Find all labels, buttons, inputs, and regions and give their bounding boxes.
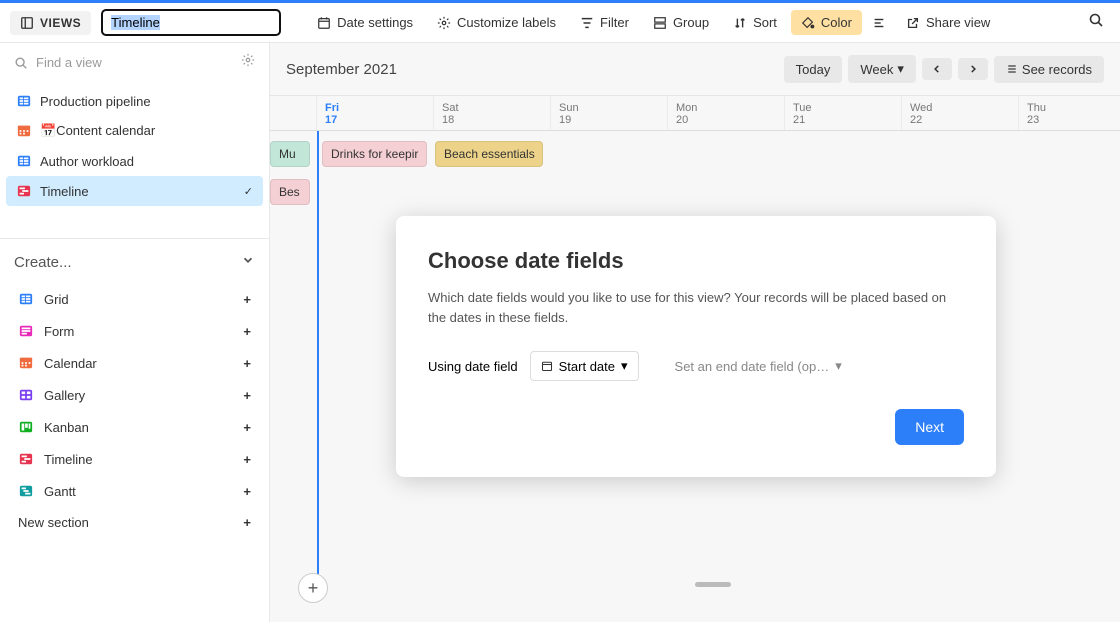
row-height-icon xyxy=(872,16,886,30)
sidebar-search xyxy=(0,43,269,82)
create-label: Gantt xyxy=(44,484,76,499)
modal-body: Which date fields would you like to use … xyxy=(428,288,964,327)
sidebar-item-production-pipeline[interactable]: Production pipeline xyxy=(6,86,263,116)
share-view-button[interactable]: Share view xyxy=(896,10,1000,35)
plus-icon: + xyxy=(243,515,251,530)
day-column: Thu23 xyxy=(1019,96,1120,130)
search-icon xyxy=(14,56,28,70)
search-button[interactable] xyxy=(1082,6,1110,39)
calendar-icon xyxy=(317,16,331,30)
paint-icon xyxy=(801,16,815,30)
create-label: Timeline xyxy=(44,452,93,467)
create-timeline[interactable]: Timeline + xyxy=(14,443,255,475)
sidebar-icon xyxy=(20,16,34,30)
using-date-label: Using date field xyxy=(428,359,518,374)
view-label: Production pipeline xyxy=(40,94,151,109)
range-select[interactable]: Week ▾ xyxy=(848,55,916,83)
plus-icon: + xyxy=(243,420,251,435)
create-label: Calendar xyxy=(44,356,97,371)
timeline-record[interactable]: Mu xyxy=(270,141,310,167)
day-column: Wed22 xyxy=(902,96,1019,130)
views-label: VIEWS xyxy=(40,16,81,30)
date-fields-modal: Choose date fields Which date fields wou… xyxy=(396,216,996,477)
plus-icon: + xyxy=(243,388,251,403)
create-label: Kanban xyxy=(44,420,89,435)
chevron-left-icon xyxy=(932,64,942,74)
today-indicator xyxy=(317,131,319,591)
sidebar-item-content-calendar[interactable]: 📅Content calendar xyxy=(6,116,263,146)
calendar-icon xyxy=(541,360,553,372)
sidebar-item-timeline[interactable]: Timeline ✓ xyxy=(6,176,263,206)
day-column: Tue21 xyxy=(785,96,902,130)
views-toggle[interactable]: VIEWS xyxy=(10,11,91,35)
views-settings-icon[interactable] xyxy=(241,53,255,72)
row-height-button[interactable] xyxy=(866,11,892,35)
timeline-record[interactable]: Drinks for keepir xyxy=(322,141,427,167)
view-label: 📅Content calendar xyxy=(40,123,155,139)
toolbar: VIEWS Date settings Customize labels Fil… xyxy=(0,3,1120,43)
sort-icon xyxy=(733,16,747,30)
create-form[interactable]: Form + xyxy=(14,315,255,347)
day-column: Sun19 xyxy=(551,96,668,130)
plus-icon: + xyxy=(243,324,251,339)
create-section-toggle[interactable]: Create... xyxy=(14,253,255,271)
plus-icon: + xyxy=(243,292,251,307)
modal-title: Choose date fields xyxy=(428,248,964,274)
scroll-handle[interactable] xyxy=(695,582,731,587)
search-icon xyxy=(1088,12,1104,28)
create-gallery[interactable]: Gallery + xyxy=(14,379,255,411)
create-gantt[interactable]: Gantt + xyxy=(14,475,255,507)
plus-icon: + xyxy=(243,356,251,371)
view-name-input[interactable] xyxy=(101,9,281,36)
create-label: Grid xyxy=(44,292,69,307)
day-column: Fri17 xyxy=(317,96,434,130)
find-view-input[interactable] xyxy=(36,55,233,70)
chevron-down-icon xyxy=(241,253,255,271)
new-section-button[interactable]: New section + xyxy=(14,507,255,538)
plus-icon: + xyxy=(243,484,251,499)
sidebar-item-author-workload[interactable]: Author workload xyxy=(6,146,263,176)
end-date-select[interactable]: Set an end date field (op… ▾ xyxy=(675,358,842,374)
day-column: Mon20 xyxy=(668,96,785,130)
check-icon: ✓ xyxy=(244,185,253,198)
group-icon xyxy=(653,16,667,30)
chevron-down-icon: ▾ xyxy=(621,358,628,374)
customize-labels-button[interactable]: Customize labels xyxy=(427,10,566,35)
chevron-down-icon: ▾ xyxy=(897,61,904,77)
create-label: Form xyxy=(44,324,74,339)
color-button[interactable]: Color xyxy=(791,10,862,35)
share-icon xyxy=(906,16,920,30)
timeline-record[interactable]: Beach essentials xyxy=(435,141,543,167)
see-records-button[interactable]: See records xyxy=(994,56,1104,83)
start-date-select[interactable]: Start date ▾ xyxy=(530,351,639,381)
timeline-record[interactable]: Bes xyxy=(270,179,310,205)
create-grid[interactable]: Grid + xyxy=(14,283,255,315)
plus-icon: + xyxy=(243,452,251,467)
next-button[interactable] xyxy=(958,58,988,80)
create-label: Gallery xyxy=(44,388,85,403)
filter-icon xyxy=(580,16,594,30)
prev-button[interactable] xyxy=(922,58,952,80)
modal-next-button[interactable]: Next xyxy=(895,409,964,445)
list-icon xyxy=(1006,63,1018,75)
chevron-right-icon xyxy=(968,64,978,74)
create-kanban[interactable]: Kanban + xyxy=(14,411,255,443)
view-label: Author workload xyxy=(40,154,134,169)
date-settings-button[interactable]: Date settings xyxy=(307,10,423,35)
month-label: September 2021 xyxy=(286,61,397,78)
sort-button[interactable]: Sort xyxy=(723,10,787,35)
group-button[interactable]: Group xyxy=(643,10,719,35)
view-label: Timeline xyxy=(40,184,89,199)
create-calendar[interactable]: Calendar + xyxy=(14,347,255,379)
gear-icon xyxy=(437,16,451,30)
add-record-button[interactable]: + xyxy=(298,573,328,603)
sidebar: Production pipeline 📅Content calendar Auth… xyxy=(0,43,270,622)
today-button[interactable]: Today xyxy=(784,56,843,83)
filter-button[interactable]: Filter xyxy=(570,10,639,35)
chevron-down-icon: ▾ xyxy=(835,358,842,374)
day-column: Sat18 xyxy=(434,96,551,130)
